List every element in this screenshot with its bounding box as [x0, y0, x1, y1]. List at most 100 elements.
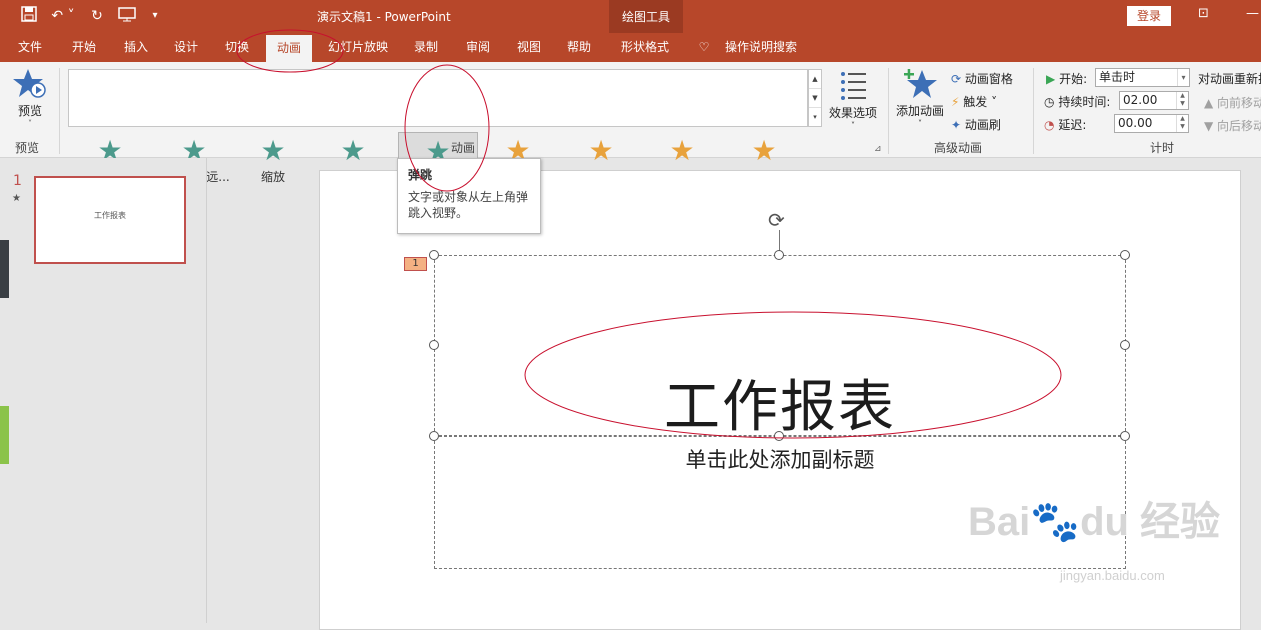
resize-handle[interactable]: [1120, 431, 1130, 441]
resize-handle[interactable]: [1120, 340, 1130, 350]
tab-review[interactable]: 审阅: [456, 33, 500, 62]
tell-me-search[interactable]: 操作说明搜索: [718, 33, 804, 62]
animation-painter-button[interactable]: ✦ 动画刷: [951, 116, 1001, 133]
move-later-button[interactable]: ▼ 向后移动: [1204, 117, 1261, 134]
swivel-star-icon: ★: [340, 134, 366, 167]
color-pulse-star-icon: ★: [588, 134, 614, 167]
slide-thumbnail[interactable]: 工作报表: [34, 176, 186, 264]
tab-slideshow[interactable]: 幻灯片放映: [322, 33, 394, 62]
rotate-handle-icon[interactable]: ⟳: [768, 208, 785, 232]
gallery-down-icon[interactable]: ▼: [809, 89, 821, 108]
animation-pane-button[interactable]: ⟳ 动画窗格: [951, 70, 1013, 87]
duration-label-text: 持续时间:: [1058, 95, 1111, 109]
window-title: 演示文稿1 - PowerPoint: [317, 10, 451, 24]
slide-subtitle[interactable]: 单击此处添加副标题: [434, 444, 1126, 474]
tab-design[interactable]: 设计: [164, 33, 208, 62]
lightning-icon: ⚡: [951, 95, 960, 109]
trigger-button[interactable]: ⚡ 触发 ˅: [951, 93, 997, 110]
spin-star-icon: ★: [751, 134, 777, 167]
resize-handle[interactable]: [774, 431, 784, 441]
tab-animations[interactable]: 动画: [266, 35, 312, 62]
tab-record[interactable]: 录制: [404, 33, 448, 62]
thumbnail-title: 工作报表: [94, 211, 126, 220]
start-label-text: 开始:: [1059, 72, 1088, 86]
add-animation-icon: [894, 68, 946, 102]
tooltip: 弹跳 文字或对象从左上角弹跳入视野。: [397, 158, 541, 234]
undo-icon[interactable]: ↶ ˅: [48, 6, 78, 26]
dialog-launcher-icon[interactable]: ⊿: [874, 144, 882, 154]
animation-painter-label: 动画刷: [964, 118, 1001, 132]
clock-icon: ◷: [1044, 95, 1055, 109]
group-label-advanced: 高级动画: [934, 141, 983, 155]
animation-item[interactable]: ★ 缩放: [240, 132, 306, 188]
customize-toolbar-icon[interactable]: ▾: [144, 6, 166, 26]
delay-input[interactable]: 00.00 ▲ ▼: [1114, 114, 1189, 133]
delay-value: 00.00: [1118, 116, 1153, 130]
resize-handle[interactable]: [429, 340, 439, 350]
tab-shape-format[interactable]: 形状格式: [612, 33, 678, 62]
start-value: 单击时: [1099, 70, 1136, 84]
minimize-icon[interactable]: —: [1246, 6, 1259, 21]
animation-order-tag[interactable]: 1: [404, 257, 427, 271]
reorder-label: 对动画重新排: [1198, 72, 1261, 86]
delay-label: ◔ 延迟:: [1044, 116, 1086, 133]
painter-icon: ✦: [951, 118, 962, 132]
redo-icon[interactable]: ↻: [86, 6, 108, 26]
scrollbar-indicator[interactable]: [0, 406, 9, 464]
gallery-scroll[interactable]: ▲ ▼ ▾: [808, 69, 822, 127]
watermark-url: jingyan.baidu.com: [1060, 568, 1165, 583]
start-slideshow-icon[interactable]: [116, 6, 138, 26]
rotate-connector: [779, 230, 780, 252]
teeter-star-icon: ★: [669, 134, 695, 167]
spin-arrows-icon[interactable]: ▲ ▼: [1176, 92, 1188, 109]
slide-number: 1: [13, 173, 22, 189]
group-label-timing: 计时: [1150, 141, 1175, 155]
gallery-up-icon[interactable]: ▲: [809, 70, 821, 89]
resize-handle[interactable]: [429, 250, 439, 260]
watermark-logo: Bai🐾du 经验: [968, 500, 1221, 544]
animation-pane-icon: ⟳: [951, 72, 962, 86]
resize-handle[interactable]: [774, 250, 784, 260]
ribbon: 预览 ˅ 预览 ▲ ▼ ▾ ★随机线条★翻转式由远...★缩放★旋转★弹跳★脉冲…: [0, 62, 1261, 188]
ribbon-display-icon[interactable]: ⊡: [1198, 6, 1209, 21]
zoom-star-icon: ★: [260, 134, 286, 167]
chevron-down-icon[interactable]: ▾: [1177, 69, 1189, 86]
tab-insert[interactable]: 插入: [114, 33, 158, 62]
start-select[interactable]: 单击时 ▾: [1095, 68, 1190, 87]
effect-options-icon: [826, 70, 880, 104]
delay-clock-icon: ◔: [1044, 118, 1055, 132]
paw-icon: 🐾: [1030, 500, 1081, 544]
start-label: ▶ 开始:: [1046, 70, 1087, 87]
spin-arrows-icon[interactable]: ▲ ▼: [1176, 115, 1188, 132]
tab-transitions[interactable]: 切换: [215, 33, 259, 62]
group-label-animation: 动画: [451, 141, 476, 155]
tooltip-title: 弹跳: [408, 168, 433, 182]
tab-view[interactable]: 视图: [507, 33, 551, 62]
login-button[interactable]: 登录: [1127, 6, 1171, 26]
chevron-down-icon: ˅: [851, 121, 855, 130]
preview-button[interactable]: 预览 ˅: [10, 68, 50, 134]
resize-handle[interactable]: [1120, 250, 1130, 260]
add-animation-label: 添加动画: [895, 104, 944, 118]
move-earlier-button[interactable]: ▲ 向前移动: [1204, 94, 1261, 111]
save-icon[interactable]: [18, 6, 40, 26]
animation-star-icon: ★: [12, 193, 21, 204]
tooltip-body: 文字或对象从左上角弹跳入视野。: [408, 190, 529, 220]
add-animation-button[interactable]: 添加动画 ˅: [894, 68, 946, 138]
trigger-label: 触发: [963, 95, 988, 109]
preview-star-icon: [10, 68, 50, 102]
duration-label: ◷ 持续时间:: [1044, 93, 1110, 110]
tab-file[interactable]: 文件: [8, 33, 52, 62]
tab-home[interactable]: 开始: [62, 33, 106, 62]
tab-help[interactable]: 帮助: [557, 33, 601, 62]
ribbon-tabs: 文件 开始 插入 设计 切换 动画 幻灯片放映 录制 审阅 视图 帮助 形状格式…: [0, 33, 1261, 62]
effect-options-button[interactable]: 效果选项 ˅: [826, 70, 880, 138]
group-label-preview: 预览: [15, 141, 40, 155]
duration-input[interactable]: 02.00 ▲ ▼: [1119, 91, 1189, 110]
move-later-label: 向后移动: [1217, 119, 1261, 133]
resize-handle[interactable]: [429, 431, 439, 441]
gallery-more-icon[interactable]: ▾: [809, 108, 821, 127]
scrollbar[interactable]: [0, 240, 9, 298]
animation-gallery: [68, 69, 808, 127]
context-group-label: 绘图工具: [622, 10, 671, 24]
